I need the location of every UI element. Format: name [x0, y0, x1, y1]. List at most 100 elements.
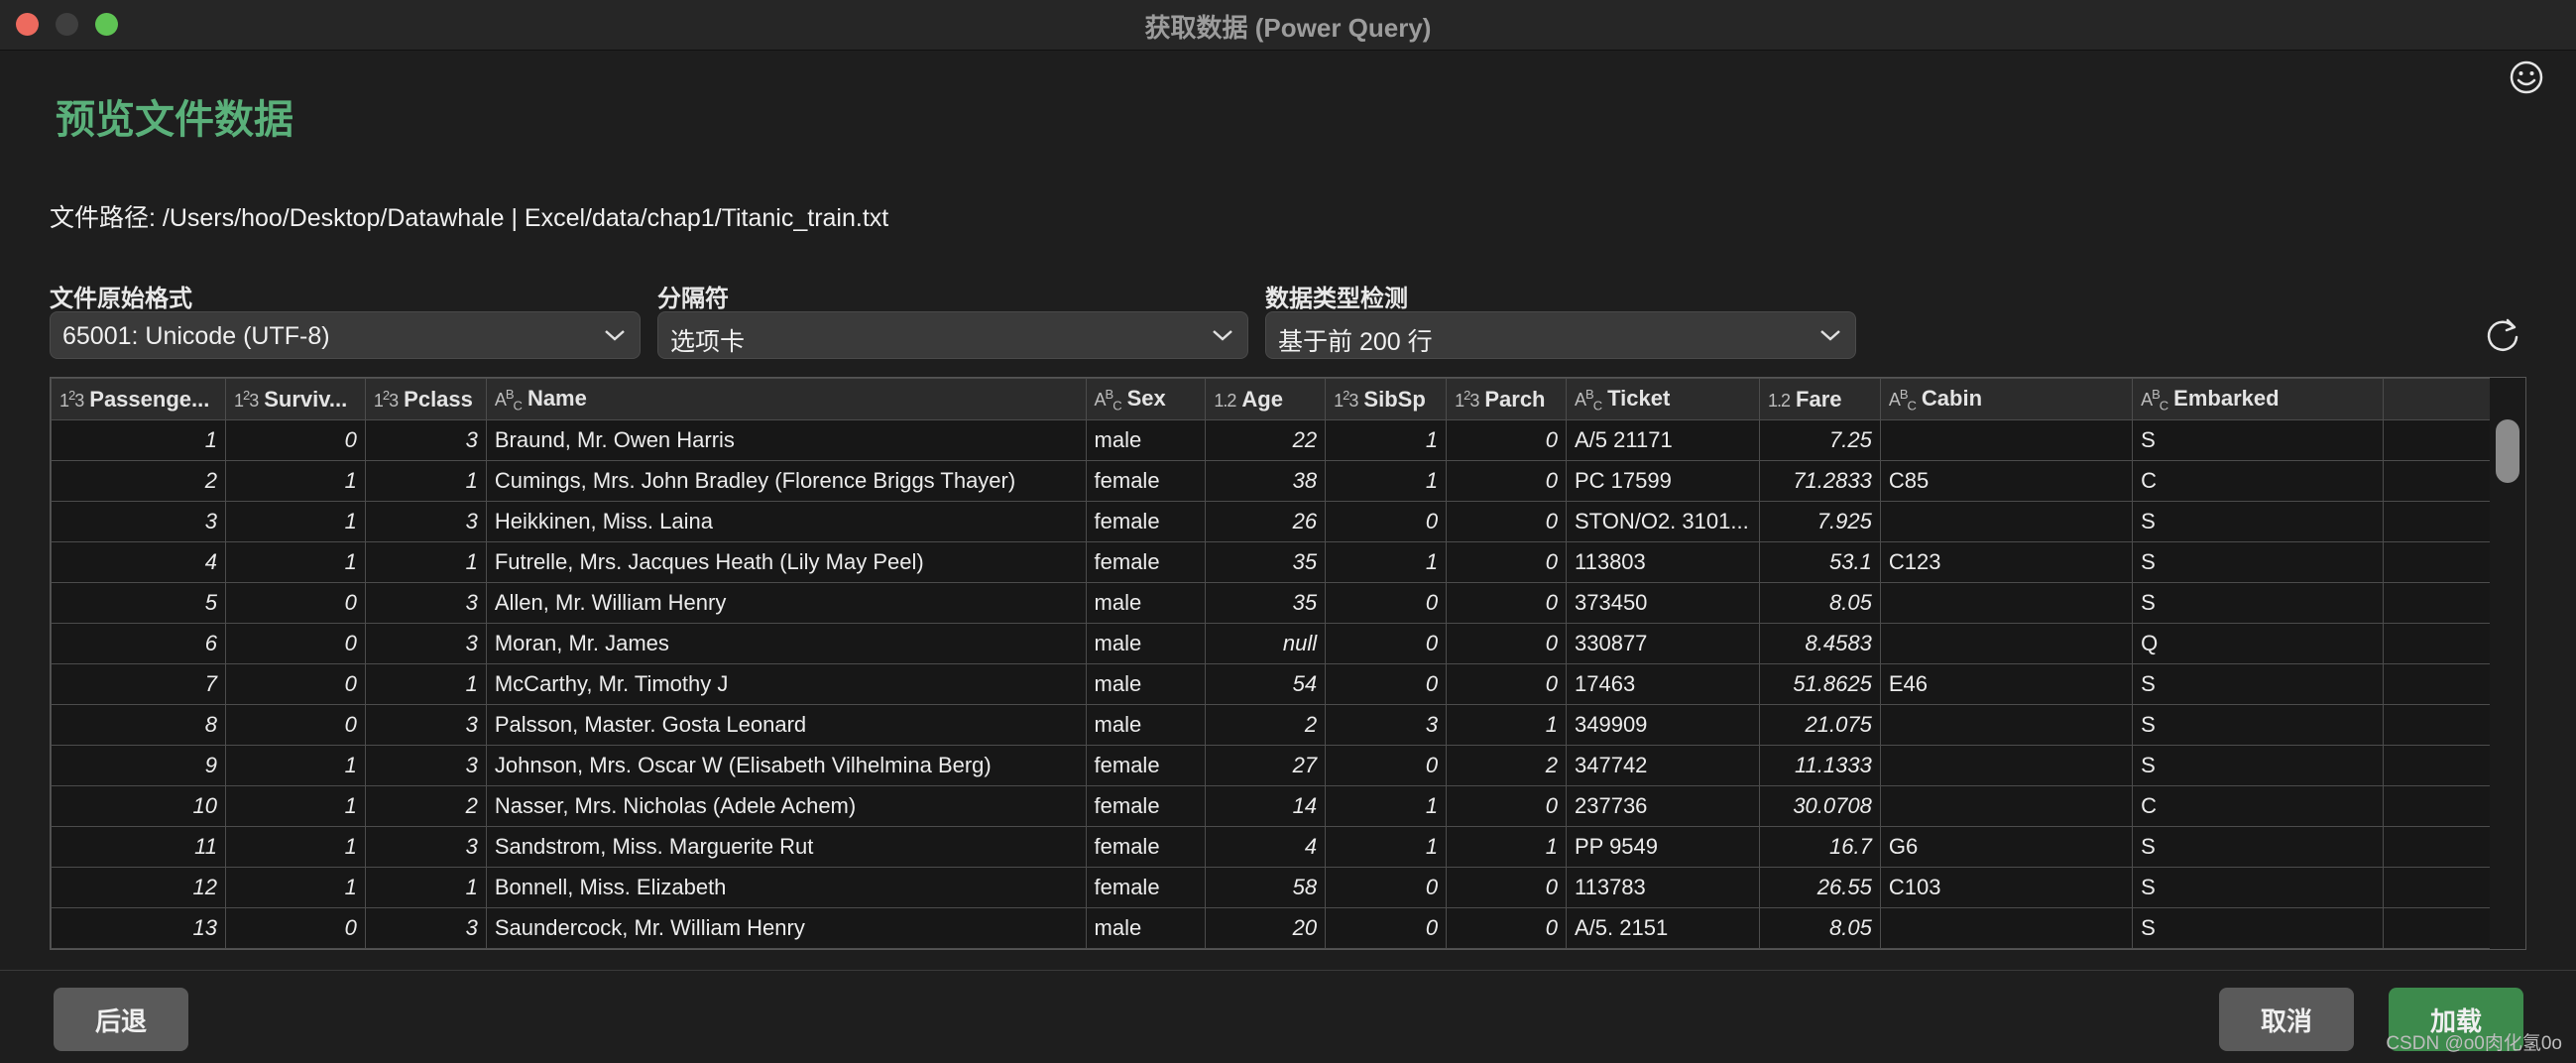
integer-type-icon[interactable]: 123 [59, 388, 84, 412]
cell-ticket[interactable]: 237736 [1566, 785, 1760, 827]
cell-sex[interactable]: female [1085, 460, 1207, 502]
cell-sibsp[interactable]: 1 [1325, 785, 1448, 827]
cell-passengerid[interactable]: 13 [51, 907, 226, 949]
cell-ticket[interactable]: A/5 21171 [1566, 419, 1760, 461]
decimal-type-icon[interactable]: 1.2 [1214, 391, 1236, 412]
cell-parch[interactable]: 0 [1446, 907, 1567, 949]
cell-embarked[interactable]: S [2132, 745, 2384, 786]
cell-fare[interactable]: 8.05 [1758, 907, 1881, 949]
cell-ticket[interactable]: 330877 [1566, 623, 1760, 664]
cell-embarked[interactable]: Q [2132, 623, 2384, 664]
cell-cabin[interactable]: G6 [1879, 826, 2134, 868]
cell-embarked[interactable]: C [2132, 460, 2384, 502]
decimal-type-icon[interactable]: 1.2 [1768, 391, 1791, 412]
column-header-pclass[interactable]: 123 Pclass [364, 378, 487, 420]
cell-pclass[interactable]: 3 [364, 623, 487, 664]
column-header-sibsp[interactable]: 123 SibSp [1325, 378, 1448, 420]
cell-ticket[interactable]: 113803 [1566, 541, 1760, 583]
cell-passengerid[interactable]: 4 [51, 541, 226, 583]
cell-parch[interactable]: 0 [1446, 460, 1567, 502]
cell-passengerid[interactable]: 3 [51, 501, 226, 542]
cell-age[interactable]: 38 [1205, 460, 1327, 502]
cell-cabin[interactable] [1879, 501, 2134, 542]
cell-pclass[interactable]: 3 [364, 582, 487, 624]
cell-embarked[interactable]: S [2132, 907, 2384, 949]
table-row[interactable]: 3 1 3 Heikkinen, Miss. Laina female 26 0 0 STON/… [51, 501, 2525, 542]
cell-ticket[interactable]: 347742 [1566, 745, 1760, 786]
cell-age[interactable]: 14 [1205, 785, 1327, 827]
column-header-survived[interactable]: 123 Surviv... [224, 378, 366, 420]
cell-fare[interactable]: 7.925 [1758, 501, 1881, 542]
cell-cabin[interactable] [1879, 785, 2134, 827]
vertical-scrollbar[interactable] [2490, 378, 2525, 949]
text-type-icon[interactable]: ABC [1095, 387, 1122, 413]
cell-sibsp[interactable]: 1 [1325, 826, 1448, 868]
integer-type-icon[interactable]: 123 [1455, 388, 1479, 412]
cell-embarked[interactable]: S [2132, 419, 2384, 461]
cell-sex[interactable]: male [1085, 907, 1207, 949]
cell-pclass[interactable]: 3 [364, 419, 487, 461]
cell-sibsp[interactable]: 3 [1325, 704, 1448, 746]
table-row[interactable]: 1 0 3 Braund, Mr. Owen Harris male 22 1 0 A/5 21… [51, 419, 2525, 461]
cell-fare[interactable]: 16.7 [1758, 826, 1881, 868]
cell-pclass[interactable]: 1 [364, 460, 487, 502]
cell-cabin[interactable]: E46 [1879, 663, 2134, 705]
cell-passengerid[interactable]: 5 [51, 582, 226, 624]
cell-fare[interactable]: 30.0708 [1758, 785, 1881, 827]
cell-passengerid[interactable]: 12 [51, 867, 226, 908]
cell-ticket[interactable]: 17463 [1566, 663, 1760, 705]
cell-parch[interactable]: 0 [1446, 867, 1567, 908]
cell-fare[interactable]: 21.075 [1758, 704, 1881, 746]
cell-sibsp[interactable]: 0 [1325, 501, 1448, 542]
cell-sibsp[interactable]: 0 [1325, 623, 1448, 664]
cell-survived[interactable]: 1 [224, 867, 366, 908]
cell-pclass[interactable]: 3 [364, 501, 487, 542]
cell-sibsp[interactable]: 1 [1325, 541, 1448, 583]
cell-embarked[interactable]: S [2132, 704, 2384, 746]
smiley-icon[interactable] [2509, 59, 2544, 95]
cell-parch[interactable]: 0 [1446, 582, 1567, 624]
cell-name[interactable]: Cumings, Mrs. John Bradley (Florence Bri… [485, 460, 1087, 502]
cell-survived[interactable]: 1 [224, 785, 366, 827]
column-header-sex[interactable]: ABC Sex [1085, 378, 1207, 420]
table-row[interactable]: 6 0 3 Moran, Mr. James male null 0 0 330877 8.458… [51, 623, 2525, 664]
integer-type-icon[interactable]: 123 [1334, 388, 1358, 412]
cell-survived[interactable]: 0 [224, 907, 366, 949]
text-type-icon[interactable]: ABC [1575, 387, 1602, 413]
table-row[interactable]: 7 0 1 McCarthy, Mr. Timothy Jmale 54 0 0 17463 5… [51, 663, 2525, 705]
cell-pclass[interactable]: 3 [364, 826, 487, 868]
cell-sex[interactable]: female [1085, 501, 1207, 542]
cell-fare[interactable]: 7.25 [1758, 419, 1881, 461]
column-header-cabin[interactable]: ABC Cabin [1879, 378, 2134, 420]
cell-fare[interactable]: 11.1333 [1758, 745, 1881, 786]
encoding-select[interactable]: 65001: Unicode (UTF-8) [50, 311, 641, 359]
table-row[interactable]: 12 1 1 Bonnell, Miss. Elizabeth female 58 0 0 11… [51, 867, 2525, 908]
text-type-icon[interactable]: ABC [2141, 387, 2168, 413]
table-row[interactable]: 5 0 3 Allen, Mr. William Henry male 35 0 0 37345… [51, 582, 2525, 624]
cell-embarked[interactable]: S [2132, 663, 2384, 705]
column-header-age[interactable]: 1.2 Age [1205, 378, 1327, 420]
cell-pclass[interactable]: 2 [364, 785, 487, 827]
cell-age[interactable]: 54 [1205, 663, 1327, 705]
cell-name[interactable]: Heikkinen, Miss. Laina [485, 501, 1087, 542]
table-row[interactable]: 2 1 1 Cumings, Mrs. John Bradley (Florence … [51, 460, 2525, 502]
cell-fare[interactable]: 8.4583 [1758, 623, 1881, 664]
cell-cabin[interactable] [1879, 419, 2134, 461]
cell-parch[interactable]: 0 [1446, 501, 1567, 542]
cell-name[interactable]: Nasser, Mrs. Nicholas (Adele Achem) [485, 785, 1087, 827]
cell-fare[interactable]: 51.8625 [1758, 663, 1881, 705]
cell-age[interactable]: 35 [1205, 582, 1327, 624]
cell-sex[interactable]: female [1085, 867, 1207, 908]
cell-embarked[interactable]: S [2132, 582, 2384, 624]
cell-sibsp[interactable]: 0 [1325, 745, 1448, 786]
cell-pclass[interactable]: 3 [364, 907, 487, 949]
cell-sibsp[interactable]: 0 [1325, 582, 1448, 624]
cell-name[interactable]: Sandstrom, Miss. Marguerite Rut [485, 826, 1087, 868]
cell-passengerid[interactable]: 10 [51, 785, 226, 827]
cell-passengerid[interactable]: 1 [51, 419, 226, 461]
cell-ticket[interactable]: PP 9549 [1566, 826, 1760, 868]
cell-survived[interactable]: 0 [224, 623, 366, 664]
cell-parch[interactable]: 0 [1446, 663, 1567, 705]
cell-name[interactable]: Moran, Mr. James [485, 623, 1087, 664]
cell-passengerid[interactable]: 9 [51, 745, 226, 786]
